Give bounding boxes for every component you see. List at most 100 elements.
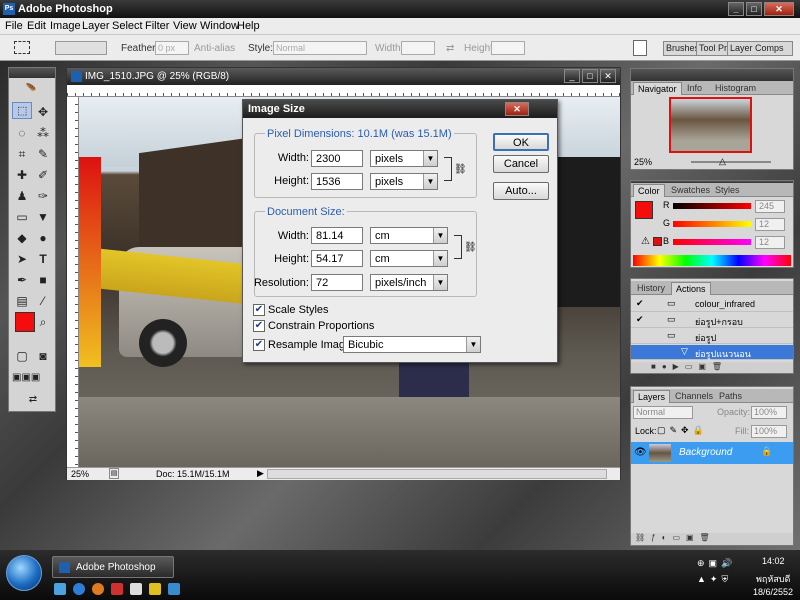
resample-method-select[interactable]: Bicubic ▼ (343, 336, 481, 353)
tab-color[interactable]: Color (633, 184, 665, 197)
menu-view[interactable]: View (173, 20, 197, 32)
taskbar-photoshop-button[interactable]: Adobe Photoshop (52, 556, 174, 578)
antialias-checkbox[interactable]: Anti-alias (194, 43, 235, 54)
menu-image[interactable]: Image (50, 20, 81, 32)
menu-filter[interactable]: Filter (145, 20, 169, 32)
panel-header[interactable] (631, 69, 793, 81)
feather-logo-icon[interactable]: 🪶 (11, 80, 53, 98)
resolution-unit-select[interactable]: pixels/inch ▼ (370, 274, 448, 291)
blend-mode-select[interactable]: Normal (633, 406, 693, 419)
selection-mode-icons[interactable] (55, 41, 107, 55)
quick-mask-icon[interactable]: ◙ (33, 346, 53, 366)
px-width-unit-select[interactable]: pixels ▼ (370, 150, 438, 167)
width-input[interactable] (401, 41, 435, 55)
navigator-zoom[interactable]: 25% (634, 157, 652, 167)
auto-button[interactable]: Auto... (493, 182, 549, 200)
g-value[interactable]: 12 (755, 218, 785, 231)
pen-icon[interactable]: ✒ (12, 270, 32, 290)
doc-info-icon[interactable]: ▤ (109, 468, 119, 479)
window-switcher-icon[interactable] (130, 583, 142, 595)
move-icon[interactable]: ✥ (33, 102, 53, 122)
eraser-icon[interactable]: ▭ (12, 207, 32, 227)
internet-explorer-icon[interactable] (73, 583, 85, 595)
dodge-icon[interactable]: ● (33, 228, 53, 248)
list-item[interactable]: ▭ ย่อรูป (631, 329, 793, 344)
lasso-icon[interactable]: ◌ (12, 123, 32, 143)
magic-wand-icon[interactable]: ⁂ (33, 123, 53, 143)
healing-brush-icon[interactable]: ✚ (12, 165, 32, 185)
r-slider[interactable] (673, 203, 751, 209)
navigator-thumbnail[interactable] (669, 97, 752, 153)
ok-button[interactable]: OK (493, 133, 549, 151)
px-height-input[interactable]: 1536 (311, 173, 363, 190)
tab-layers[interactable]: Layers (633, 390, 671, 403)
tray-icons-row2[interactable]: ▲✦⛨ (697, 574, 732, 585)
tab-histogram[interactable]: Histogram (711, 82, 760, 95)
opacity-input[interactable]: 100% (751, 406, 787, 419)
doc-height-unit-select[interactable]: cm ▼ (370, 250, 448, 267)
tray-icons[interactable]: ⊕▣🔊 (697, 558, 736, 569)
bucket-icon[interactable]: ▼ (33, 207, 53, 227)
swap-icon[interactable]: ⇄ (446, 43, 454, 54)
doc-width-unit-select[interactable]: cm ▼ (370, 227, 448, 244)
zoom-slider-thumb-icon[interactable]: △ (719, 156, 726, 167)
layers-footer-buttons[interactable]: ⛓ƒ◐▭▣🗑 (631, 533, 793, 545)
start-button[interactable] (6, 555, 42, 591)
eyedropper-icon[interactable]: ⁄ (33, 291, 53, 311)
close-icon[interactable]: ✕ (764, 2, 794, 16)
tab-tool-presets[interactable]: Tool Pr (696, 41, 731, 56)
r-value[interactable]: 245 (755, 200, 785, 213)
zoom-icon[interactable]: ⌕ (33, 312, 53, 332)
blur-icon[interactable]: ◆ (12, 228, 32, 248)
g-slider[interactable] (673, 221, 751, 227)
marquee-icon[interactable]: ⬚ (12, 102, 32, 119)
tab-channels[interactable]: Channels (671, 390, 717, 403)
horizontal-scrollbar[interactable] (267, 469, 607, 479)
tab-styles[interactable]: Styles (711, 184, 744, 197)
tab-actions[interactable]: Actions (671, 282, 711, 295)
dialog-close-icon[interactable]: ✕ (505, 102, 529, 116)
app-icon[interactable] (168, 583, 180, 595)
folder-icon[interactable] (149, 583, 161, 595)
media-icon[interactable] (111, 583, 123, 595)
dialog-titlebar[interactable]: Image Size ✕ (243, 100, 557, 118)
layer-row-background[interactable]: 👁 Background 🔒 (631, 442, 793, 464)
color-panel-foreground-swatch[interactable] (635, 201, 653, 219)
scale-styles-checkbox[interactable]: ✔ (253, 304, 265, 316)
firefox-icon[interactable] (92, 583, 104, 595)
brush-icon[interactable]: ✐ (33, 165, 53, 185)
menu-file[interactable]: File (5, 20, 23, 32)
tab-navigator[interactable]: Navigator (633, 82, 682, 95)
menu-select[interactable]: Select (112, 20, 143, 32)
shape-icon[interactable]: ■ (33, 270, 53, 290)
list-item-selected[interactable]: ▽ ย่อรูปแนวนอน (631, 345, 793, 360)
standard-mode-icon[interactable]: ▢ (12, 346, 32, 366)
type-icon[interactable]: T (33, 249, 53, 269)
px-height-unit-select[interactable]: pixels ▼ (370, 173, 438, 190)
tab-layer-comps[interactable]: Layer Comps (727, 41, 793, 56)
show-desktop-icon[interactable] (54, 583, 66, 595)
slice-icon[interactable]: ✎ (33, 144, 53, 164)
list-item[interactable]: ✔ ▭ ย่อรูป+กรอบ (631, 313, 793, 328)
gamut-warning-icon[interactable]: ⚠ (641, 236, 650, 247)
eye-icon[interactable]: 👁 (634, 447, 647, 458)
tab-paths[interactable]: Paths (715, 390, 746, 403)
height-input[interactable] (491, 41, 525, 55)
palette-well-icon[interactable] (633, 40, 647, 56)
b-value[interactable]: 12 (755, 236, 785, 249)
document-titlebar[interactable]: IMG_1510.JPG @ 25% (RGB/8) _ □ ✕ (67, 68, 620, 85)
doc-maximize-icon[interactable]: □ (582, 69, 598, 83)
notes-icon[interactable]: ▤ (12, 291, 32, 311)
doc-minimize-icon[interactable]: _ (564, 69, 580, 83)
menu-layer[interactable]: Layer (82, 20, 110, 32)
doc-width-input[interactable]: 81.14 (311, 227, 363, 244)
history-brush-icon[interactable]: ✑ (33, 186, 53, 206)
menu-window[interactable]: Window (200, 20, 239, 32)
gamut-color-swatch[interactable] (653, 237, 662, 246)
resample-image-checkbox[interactable]: ✔ (253, 339, 265, 351)
navigator-zoom-slider[interactable] (691, 161, 771, 163)
actions-footer-buttons[interactable]: ■●▶▭▣🗑 (631, 362, 793, 373)
marquee-tool-icon[interactable] (14, 41, 30, 54)
constrain-proportions-checkbox[interactable]: ✔ (253, 320, 265, 332)
maximize-icon[interactable]: □ (746, 2, 762, 16)
